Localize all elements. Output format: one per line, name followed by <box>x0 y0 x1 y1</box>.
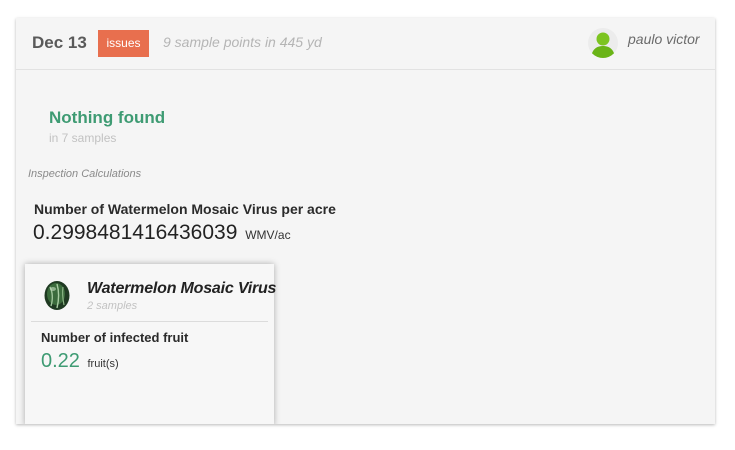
status-title: Nothing found <box>49 108 166 127</box>
per-acre-metric-label: Number of Watermelon Mosaic Virus per ac… <box>34 201 336 217</box>
pest-card[interactable]: Watermelon Mosaic Virus 2 samples Number… <box>25 264 276 424</box>
watermelon-fruit-icon <box>42 279 72 311</box>
issues-badge[interactable]: issues <box>98 30 149 57</box>
infected-fruit-value: 0.22 <box>41 350 80 372</box>
infected-fruit-unit: fruit(s) <box>87 358 119 370</box>
pest-card-divider <box>31 321 268 322</box>
inspection-card: Dec 13 issues 9 sample points in 445 yd … <box>16 18 715 424</box>
inspection-date: Dec 13 <box>32 33 87 52</box>
per-acre-metric-unit: WMV/ac <box>245 228 291 242</box>
infected-fruit-label: Number of infected fruit <box>41 330 189 345</box>
pest-name[interactable]: Watermelon Mosaic Virus <box>87 280 276 298</box>
per-acre-metric: 0.2998481416436039 WMV/ac <box>33 221 291 245</box>
user-avatar-icon <box>588 28 618 58</box>
calculations-section-label: Inspection Calculations <box>28 168 142 180</box>
sample-summary: 9 sample points in 445 yd <box>163 34 322 50</box>
infected-fruit-metric: 0.22 fruit(s) <box>41 350 119 373</box>
pest-sample-count: 2 samples <box>87 300 138 312</box>
user-name[interactable]: paulo victor <box>628 31 700 47</box>
status-subtitle: in 7 samples <box>49 131 117 145</box>
card-header: Dec 13 issues 9 sample points in 445 yd … <box>16 18 715 70</box>
per-acre-metric-value: 0.2998481416436039 <box>33 221 238 244</box>
